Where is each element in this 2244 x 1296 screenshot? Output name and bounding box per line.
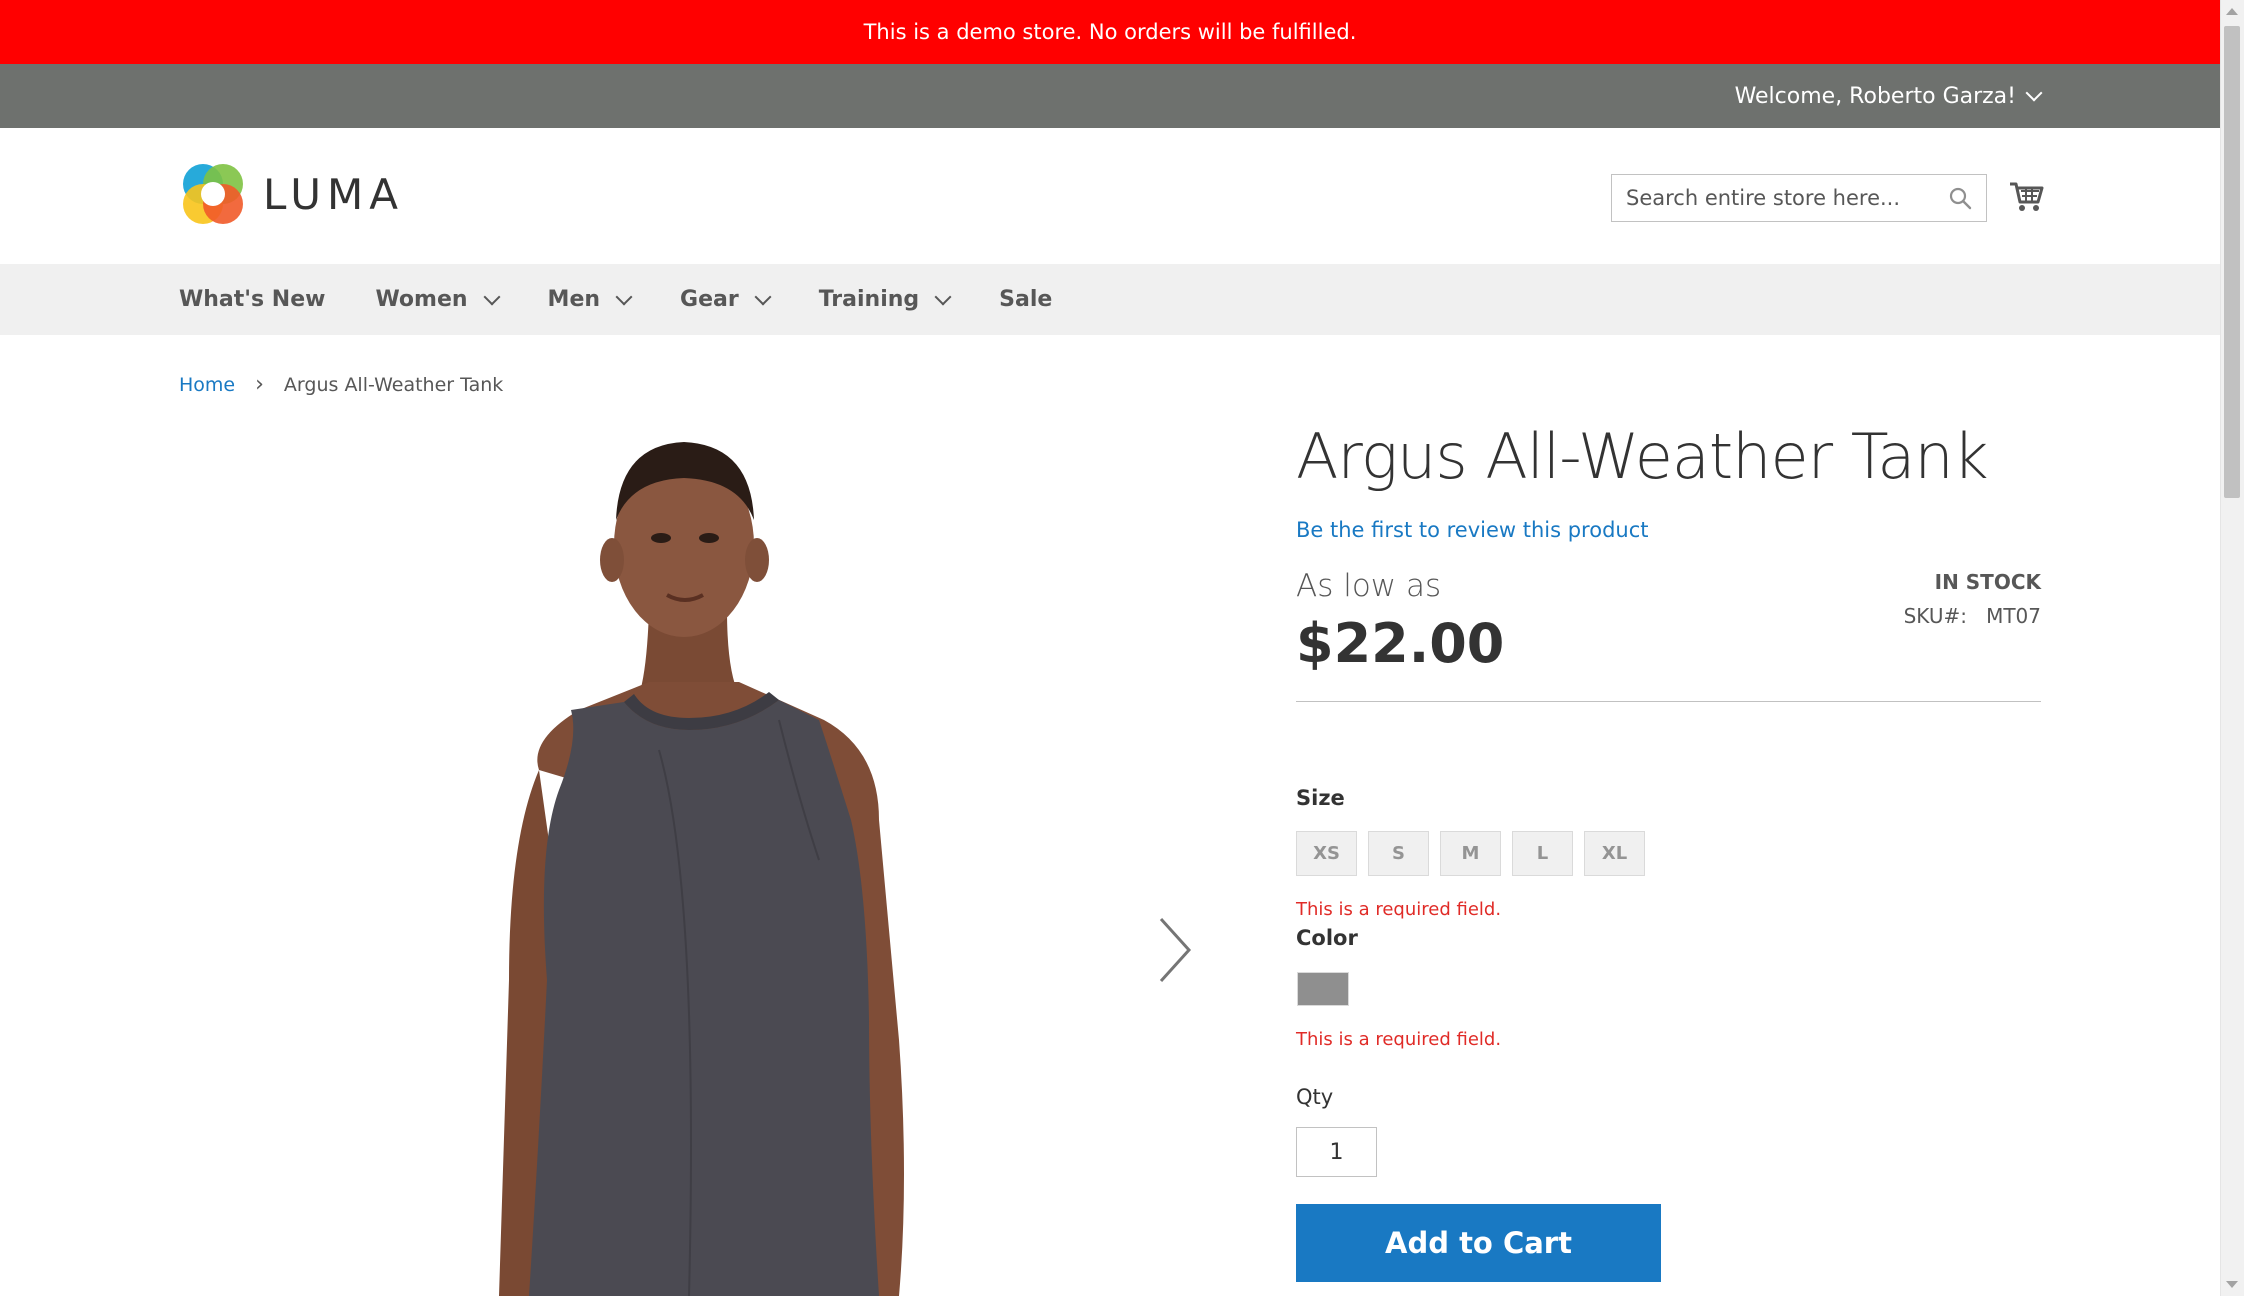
logo-text: LUMA xyxy=(263,169,405,219)
size-option-s[interactable]: S xyxy=(1368,831,1429,876)
nav-item-label: Sale xyxy=(999,287,1053,312)
breadcrumb: Home › Argus All-Weather Tank xyxy=(179,372,503,397)
sku-label: SKU#: xyxy=(1903,604,1967,628)
nav-item-label: Gear xyxy=(680,287,739,312)
chevron-down-icon xyxy=(483,288,501,305)
product-title: Argus All-Weather Tank xyxy=(1296,420,1989,493)
size-option-xl[interactable]: XL xyxy=(1584,831,1645,876)
color-label: Color xyxy=(1296,926,1358,950)
qty-label: Qty xyxy=(1296,1085,1334,1109)
product-image-gallery[interactable] xyxy=(179,420,1219,1296)
top-bar: Welcome, Roberto Garza! xyxy=(0,64,2220,128)
size-option-l[interactable]: L xyxy=(1512,831,1573,876)
demo-store-notice: This is a demo store. No orders will be … xyxy=(0,0,2220,64)
product-price: $22.00 xyxy=(1296,612,1505,675)
chevron-down-icon xyxy=(934,288,952,305)
nav-item-what-s-new[interactable]: What's New xyxy=(179,287,325,312)
breadcrumb-home-link[interactable]: Home xyxy=(179,374,235,396)
store-logo[interactable]: LUMA xyxy=(179,160,404,228)
add-to-cart-button[interactable]: Add to Cart xyxy=(1296,1204,1661,1282)
main-navigation: What's New Women Men Gear Training Sale xyxy=(0,264,2220,335)
size-option-xs[interactable]: XS xyxy=(1296,831,1357,876)
chevron-down-icon xyxy=(615,288,633,305)
breadcrumb-current: Argus All-Weather Tank xyxy=(283,373,504,396)
nav-item-label: Women xyxy=(375,287,468,312)
first-review-link[interactable]: Be the first to review this product xyxy=(1296,518,1649,542)
nav-item-training[interactable]: Training xyxy=(818,287,952,312)
nav-item-gear[interactable]: Gear xyxy=(680,287,772,312)
color-swatch-gray[interactable] xyxy=(1297,972,1349,1006)
qty-input[interactable] xyxy=(1296,1127,1377,1177)
nav-item-women[interactable]: Women xyxy=(375,287,501,312)
breadcrumb-separator: › xyxy=(255,372,264,397)
page-scrollbar[interactable] xyxy=(2220,0,2244,1296)
shopping-cart-icon[interactable] xyxy=(2008,178,2044,214)
welcome-text: Welcome, Roberto Garza! xyxy=(1734,83,2016,109)
nav-item-sale[interactable]: Sale xyxy=(999,287,1052,312)
product-sku: SKU#: MT07 xyxy=(1904,604,2041,628)
nav-item-label: Men xyxy=(547,287,601,312)
scroll-up-arrow-icon[interactable] xyxy=(2226,8,2238,15)
nav-item-label: What's New xyxy=(179,287,326,312)
color-required-error: This is a required field. xyxy=(1296,1029,1502,1050)
chevron-down-icon xyxy=(754,288,772,305)
gallery-next-arrow-icon[interactable] xyxy=(1155,915,1195,985)
size-label: Size xyxy=(1296,786,1345,810)
scrollbar-thumb[interactable] xyxy=(2224,26,2240,498)
divider xyxy=(1296,701,2041,702)
luma-logo-icon xyxy=(183,164,243,224)
demo-notice-text: This is a demo store. No orders will be … xyxy=(863,20,1357,44)
size-required-error: This is a required field. xyxy=(1296,899,1502,920)
sku-value: MT07 xyxy=(1986,604,2041,628)
search-input[interactable] xyxy=(1626,186,1948,210)
page-header: LUMA xyxy=(0,128,2220,264)
size-option-m[interactable]: M xyxy=(1440,831,1501,876)
product-photo xyxy=(499,442,904,1296)
chevron-down-icon xyxy=(2025,84,2043,102)
size-options: XS S M L XL xyxy=(1296,831,1645,876)
scroll-down-arrow-icon[interactable] xyxy=(2226,1281,2238,1288)
nav-item-men[interactable]: Men xyxy=(547,287,633,312)
price-prefix: As low as xyxy=(1296,568,1442,604)
search-icon[interactable] xyxy=(1948,186,1972,210)
stock-status: IN STOCK xyxy=(1934,570,2041,594)
search-box[interactable] xyxy=(1611,174,1987,222)
customer-welcome-menu[interactable]: Welcome, Roberto Garza! xyxy=(1734,64,2043,128)
nav-item-label: Training xyxy=(818,287,920,312)
